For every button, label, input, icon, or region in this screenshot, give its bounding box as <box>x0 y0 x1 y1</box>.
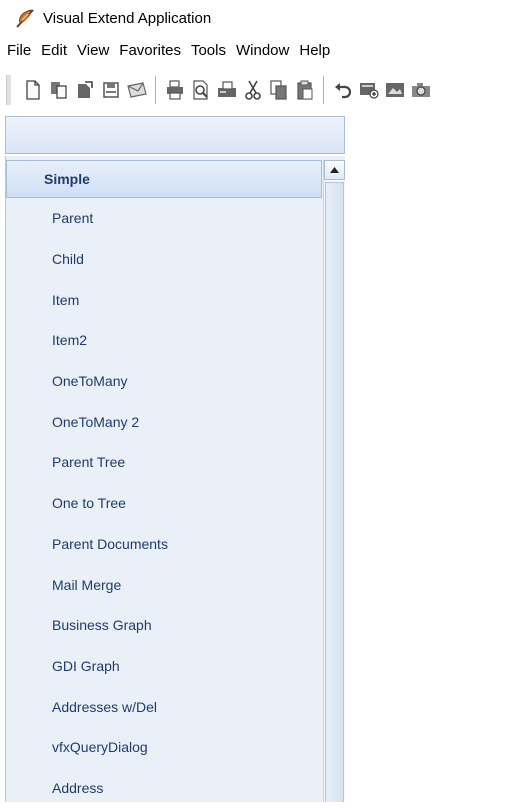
app-feather-icon <box>16 9 34 28</box>
menu-favorites[interactable]: Favorites <box>116 42 184 59</box>
cut-button[interactable] <box>242 77 264 103</box>
copy-icon <box>270 80 287 100</box>
window-title: Visual Extend Application <box>43 9 212 27</box>
nav-item-one-to-tree[interactable]: One to Tree <box>6 483 322 524</box>
undo-icon <box>335 83 352 99</box>
image-icon <box>386 83 404 97</box>
navigation-list: Parent Child Item Item2 OneToMany OneToM… <box>6 198 322 808</box>
paste-icon <box>297 80 313 100</box>
menu-edit[interactable]: Edit <box>38 42 70 59</box>
toolbar <box>0 68 509 112</box>
print-preview-button[interactable] <box>190 77 212 103</box>
menu-window[interactable]: Window <box>233 42 292 59</box>
fax-button[interactable] <box>216 77 238 103</box>
nav-item-item2[interactable]: Item2 <box>6 320 322 361</box>
nav-item-vfxquerydialog[interactable]: vfxQueryDialog <box>6 727 322 768</box>
toolbar-separator <box>323 76 325 104</box>
vertical-scrollbar[interactable] <box>323 160 345 802</box>
open-document-icon <box>78 81 93 98</box>
save-icon <box>103 82 119 98</box>
group-header-simple[interactable]: Simple <box>6 160 322 198</box>
image-button[interactable] <box>384 77 406 103</box>
nav-item-onetomany[interactable]: OneToMany <box>6 361 322 402</box>
print-button[interactable] <box>164 77 186 103</box>
add-record-button[interactable] <box>358 77 380 103</box>
new-document-button[interactable] <box>22 77 44 103</box>
menu-bar: File Edit View Favorites Tools Window He… <box>0 37 509 63</box>
nav-item-parent-tree[interactable]: Parent Tree <box>6 442 322 483</box>
new-document-icon <box>26 80 40 100</box>
copy-document-icon <box>51 82 67 99</box>
menu-view[interactable]: View <box>74 42 112 59</box>
menu-help[interactable]: Help <box>296 42 333 59</box>
title-bar: Visual Extend Application <box>0 0 509 36</box>
nav-item-addresses-w-del[interactable]: Addresses w/Del <box>6 686 322 727</box>
save-button[interactable] <box>100 77 122 103</box>
toolbar-grip[interactable] <box>6 75 12 105</box>
paste-button[interactable] <box>294 77 316 103</box>
copy-document-button[interactable] <box>48 77 70 103</box>
navigation-panel: Simple Parent Child Item Item2 OneToMany… <box>5 156 345 802</box>
nav-item-gdi-graph[interactable]: GDI Graph <box>6 646 322 687</box>
main-content-area <box>346 116 509 802</box>
camera-button[interactable] <box>410 77 432 103</box>
group-header-label: Simple <box>44 171 90 187</box>
menu-file[interactable]: File <box>4 42 34 59</box>
toolbar-separator <box>155 76 157 104</box>
menu-tools[interactable]: Tools <box>188 42 229 59</box>
add-record-icon <box>360 83 379 99</box>
arrow-up-icon <box>330 167 339 173</box>
nav-item-child[interactable]: Child <box>6 239 322 280</box>
open-document-button[interactable] <box>74 77 96 103</box>
envelope-icon <box>127 82 147 98</box>
undo-button[interactable] <box>332 77 354 103</box>
camera-icon <box>412 83 430 97</box>
nav-item-business-graph[interactable]: Business Graph <box>6 605 322 646</box>
nav-item-parent-documents[interactable]: Parent Documents <box>6 524 322 565</box>
print-preview-icon <box>193 80 208 100</box>
copy-button[interactable] <box>268 77 290 103</box>
print-icon <box>167 80 183 100</box>
nav-item-mail-merge[interactable]: Mail Merge <box>6 564 322 605</box>
scrollbar-thumb[interactable] <box>325 182 344 802</box>
nav-item-item[interactable]: Item <box>6 279 322 320</box>
scroll-up-button[interactable] <box>324 160 345 180</box>
fax-icon <box>218 81 236 97</box>
nav-item-onetomany-2[interactable]: OneToMany 2 <box>6 401 322 442</box>
email-button[interactable] <box>126 77 148 103</box>
navigation-panel-header <box>5 116 345 154</box>
nav-item-parent[interactable]: Parent <box>6 198 322 239</box>
cut-icon <box>245 80 261 100</box>
